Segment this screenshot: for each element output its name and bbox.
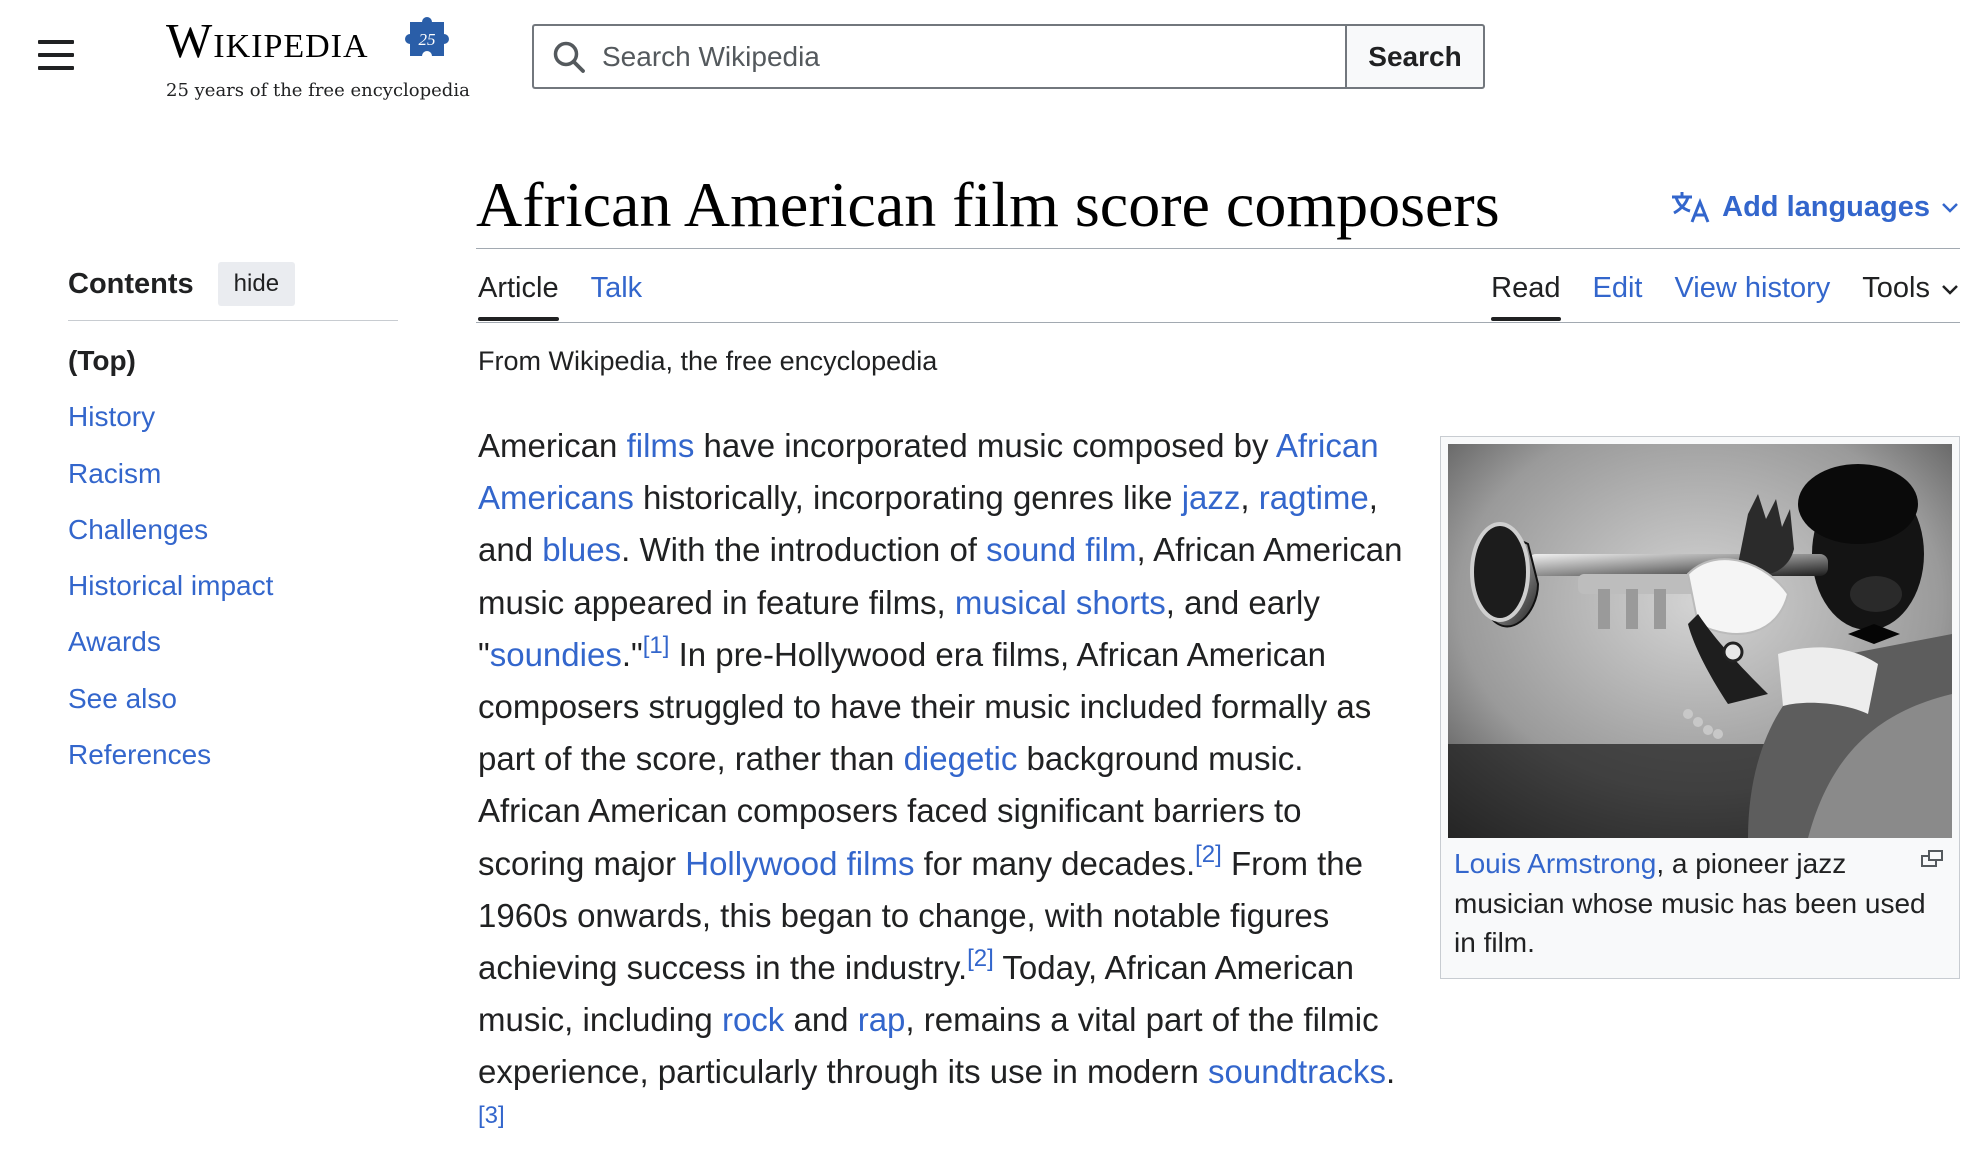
lead-paragraph: American films have incorporated music c… bbox=[478, 420, 1408, 1151]
add-languages-label: Add languages bbox=[1722, 190, 1930, 223]
toc-hide-button[interactable]: hide bbox=[217, 262, 296, 306]
anniversary-badge-icon: 25 bbox=[405, 17, 449, 56]
article-link-sound-film[interactable]: sound film bbox=[986, 531, 1136, 568]
toc-item-challenges[interactable]: Challenges bbox=[68, 508, 398, 564]
citation: [2] bbox=[967, 945, 994, 972]
search-input[interactable] bbox=[600, 39, 1314, 74]
logo-tagline: 25 years of the free encyclopedia bbox=[166, 80, 470, 101]
image-caption: Louis Armstrong, a pioneer jazz musician… bbox=[1448, 838, 1952, 963]
louis-armstrong-photo[interactable] bbox=[1448, 444, 1952, 838]
toc-item-history[interactable]: History bbox=[68, 395, 398, 451]
view-tabs: Read Edit View history Tools bbox=[1491, 272, 1960, 321]
article-link-rock[interactable]: rock bbox=[722, 1001, 784, 1038]
article-link-films[interactable]: films bbox=[627, 427, 695, 464]
wikipedia-logo[interactable]: Wikipedia 25 25 years of the free encycl… bbox=[166, 12, 470, 102]
article-link-diegetic[interactable]: diegetic bbox=[904, 740, 1018, 777]
svg-text:25: 25 bbox=[419, 30, 436, 49]
toc-item-historical-impact[interactable]: Historical impact bbox=[68, 564, 398, 620]
article-link-jazz[interactable]: jazz bbox=[1182, 479, 1241, 516]
toc-item-awards[interactable]: Awards bbox=[68, 620, 398, 676]
article-link-hollywood-films[interactable]: Hollywood films bbox=[685, 845, 914, 882]
toc-item-see-also[interactable]: See also bbox=[68, 677, 398, 733]
toc-header: Contents hide bbox=[68, 262, 398, 321]
citation-link[interactable]: [1] bbox=[643, 632, 670, 659]
chevron-down-icon bbox=[1942, 284, 1958, 295]
site-subtitle: From Wikipedia, the free encyclopedia bbox=[478, 346, 938, 376]
article-text: for many decades. bbox=[914, 844, 1196, 882]
search-icon bbox=[553, 41, 585, 73]
search-field[interactable] bbox=[532, 24, 1345, 89]
article-text: American bbox=[478, 427, 627, 464]
tab-read[interactable]: Read bbox=[1491, 272, 1561, 321]
article-image-thumbnail: Louis Armstrong, a pioneer jazz musician… bbox=[1440, 436, 1960, 979]
citation: [1] bbox=[643, 632, 670, 659]
article-link-ragtime[interactable]: ragtime bbox=[1259, 479, 1369, 516]
article-text: . With the introduction of bbox=[621, 531, 987, 569]
tab-talk[interactable]: Talk bbox=[591, 272, 643, 319]
tab-edit[interactable]: Edit bbox=[1593, 272, 1643, 319]
hamburger-bar bbox=[38, 66, 74, 70]
tab-view-history[interactable]: View history bbox=[1674, 272, 1830, 319]
translate-icon bbox=[1672, 192, 1710, 223]
article-text: . bbox=[1385, 1053, 1396, 1091]
article-text: and bbox=[784, 1001, 858, 1039]
search-form: Search bbox=[532, 24, 1485, 89]
citation: [2] bbox=[1195, 840, 1222, 867]
tab-article[interactable]: Article bbox=[478, 272, 559, 321]
tools-label: Tools bbox=[1862, 272, 1930, 304]
toc-title: Contents bbox=[68, 267, 194, 300]
article-text: have incorporated music composed by bbox=[694, 427, 1276, 464]
article-text: ." bbox=[621, 635, 643, 673]
article-body: American films have incorporated music c… bbox=[478, 420, 1408, 1151]
namespace-tabs: Article Talk bbox=[478, 272, 643, 321]
logo-wordmark: Wikipedia bbox=[166, 13, 369, 68]
hamburger-menu-icon bbox=[38, 40, 74, 44]
article-link-musical-shorts[interactable]: musical shorts bbox=[955, 584, 1166, 621]
tabs-divider bbox=[476, 322, 1960, 323]
article-link-blues[interactable]: blues bbox=[542, 531, 621, 568]
article-text: historically, incorporating genres like bbox=[633, 479, 1182, 517]
enlarge-icon[interactable] bbox=[1920, 848, 1944, 870]
toc-item-top[interactable]: (Top) bbox=[68, 339, 398, 395]
hamburger-bar bbox=[38, 53, 74, 57]
toc-list: (Top) History Racism Challenges Historic… bbox=[68, 339, 398, 789]
search-button[interactable]: Search bbox=[1345, 24, 1485, 89]
toc-item-references[interactable]: References bbox=[68, 733, 398, 789]
article-link-rap[interactable]: rap bbox=[858, 1001, 906, 1038]
article-link-soundtracks[interactable]: soundtracks bbox=[1208, 1053, 1386, 1090]
article-link-soundies[interactable]: soundies bbox=[490, 636, 622, 673]
chevron-down-icon bbox=[1942, 203, 1958, 213]
citation-link[interactable]: [2] bbox=[967, 945, 994, 972]
citation: [3] bbox=[478, 1101, 505, 1128]
article-text: , bbox=[1240, 479, 1259, 517]
title-divider bbox=[476, 248, 1960, 249]
citation-link[interactable]: [3] bbox=[478, 1101, 505, 1128]
caption-link-louis-armstrong[interactable]: Louis Armstrong bbox=[1454, 848, 1656, 879]
add-languages-button[interactable]: Add languages bbox=[1670, 190, 1960, 224]
main-menu-button[interactable] bbox=[38, 38, 76, 72]
page-title: African American film score composers bbox=[476, 169, 1500, 240]
citation-link[interactable]: [2] bbox=[1195, 840, 1222, 867]
toc-item-racism[interactable]: Racism bbox=[68, 452, 398, 508]
tools-menu[interactable]: Tools bbox=[1862, 272, 1960, 319]
table-of-contents: Contents hide (Top) History Racism Chall… bbox=[68, 262, 398, 789]
